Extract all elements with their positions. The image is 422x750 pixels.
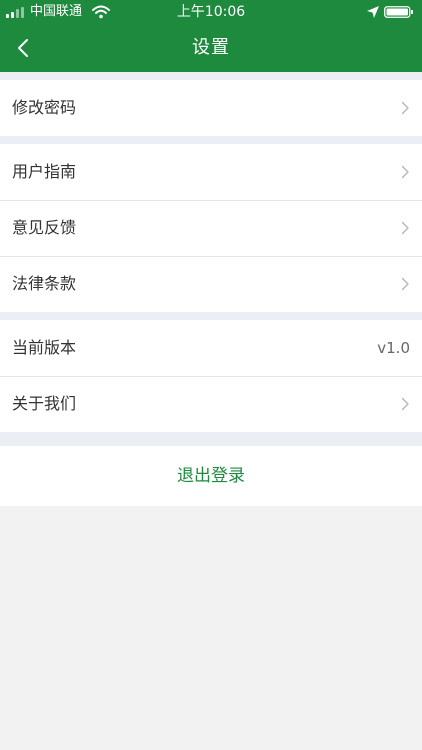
feedback-label: 意见反馈 (12, 218, 77, 237)
nav-bar: 设置 (0, 24, 422, 72)
section-gap (0, 72, 422, 80)
status-time: 上午10:06 (176, 4, 246, 20)
page-title: 设置 (192, 37, 230, 58)
settings-list: 修改密码 用户指南 意见反馈 法律条款 当前版本 v1.0 关于我们 退出登录 (0, 72, 422, 506)
about-us-row[interactable]: 关于我们 (0, 376, 422, 432)
change-password-row[interactable]: 修改密码 (0, 80, 422, 136)
app-header: 中国联通 上午10:06 设置 (0, 0, 422, 72)
about-section: 当前版本 v1.0 关于我们 (0, 320, 422, 432)
user-guide-row[interactable]: 用户指南 (0, 144, 422, 200)
feedback-row[interactable]: 意见反馈 (0, 200, 422, 256)
battery-icon (384, 6, 413, 18)
chevron-right-icon (401, 277, 409, 291)
chevron-right-icon (401, 397, 409, 411)
section-gap (0, 136, 422, 144)
chevron-right-icon (401, 221, 409, 235)
location-arrow-icon (367, 6, 379, 18)
help-section: 用户指南 意见反馈 法律条款 (0, 144, 422, 312)
status-bar: 中国联通 上午10:06 (0, 0, 422, 24)
about-us-label: 关于我们 (12, 394, 77, 413)
legal-terms-label: 法律条款 (12, 274, 77, 293)
user-guide-label: 用户指南 (12, 162, 77, 181)
legal-terms-row[interactable]: 法律条款 (0, 256, 422, 312)
account-section: 修改密码 (0, 80, 422, 136)
section-gap (0, 312, 422, 320)
version-value: v1.0 (377, 339, 410, 357)
chevron-right-icon (401, 165, 409, 179)
logout-button[interactable]: 退出登录 (0, 446, 422, 506)
section-gap (0, 432, 422, 446)
current-version-row: 当前版本 v1.0 (0, 320, 422, 376)
chevron-right-icon (401, 101, 409, 115)
current-version-label: 当前版本 (12, 338, 77, 357)
change-password-label: 修改密码 (12, 98, 77, 117)
